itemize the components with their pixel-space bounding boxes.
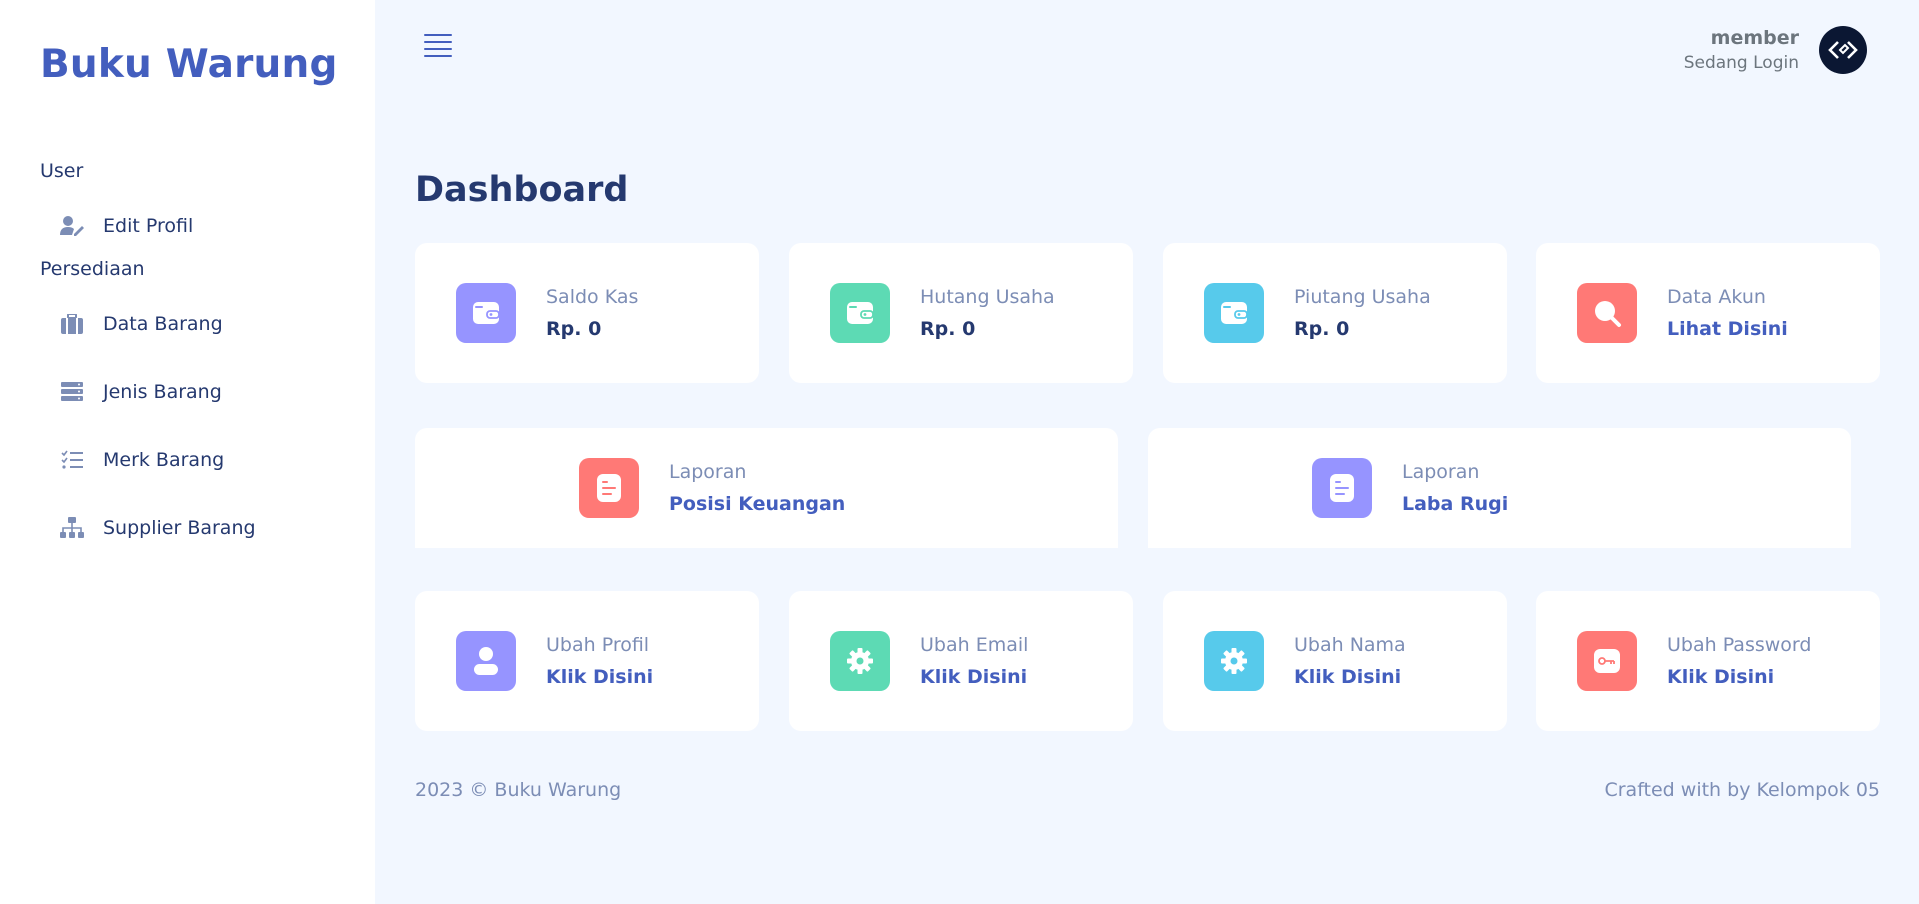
user-edit-icon (58, 212, 86, 240)
setting-label: Ubah Email (920, 634, 1029, 656)
sidebar: Buku Warung User Edit Profil Persediaan … (0, 0, 375, 904)
sidebar-item-merk-barang[interactable]: Merk Barang (58, 443, 224, 477)
report-card-posisi-keuangan: Laporan Posisi Keuangan (415, 428, 1118, 548)
footer-copyright: 2023 © Buku Warung (415, 779, 622, 801)
sidebar-item-label: Edit Profil (103, 215, 194, 237)
sidebar-item-label: Jenis Barang (103, 381, 222, 403)
avatar[interactable] (1819, 26, 1867, 74)
document-icon (1312, 458, 1372, 518)
user-name: member (1710, 27, 1799, 49)
wallet-icon (1204, 283, 1264, 343)
lihat-disini-link[interactable]: Lihat Disini (1667, 318, 1788, 340)
gear-icon (830, 631, 890, 691)
ubah-profil-link[interactable]: Klik Disini (546, 666, 653, 688)
brand-logo[interactable]: Buku Warung (40, 42, 338, 87)
posisi-keuangan-link[interactable]: Posisi Keuangan (669, 493, 845, 515)
user-status: Sedang Login (1683, 53, 1799, 73)
stat-value: Rp. 0 (546, 318, 602, 340)
report-label: Laporan (669, 461, 747, 483)
wallet-icon (456, 283, 516, 343)
menu-section-persediaan: Persediaan (40, 258, 145, 280)
stat-card-saldo-kas: Saldo Kas Rp. 0 (415, 243, 759, 383)
report-card-laba-rugi: Laporan Laba Rugi (1148, 428, 1851, 548)
sidebar-item-edit-profil[interactable]: Edit Profil (58, 209, 193, 243)
setting-card-ubah-email: Ubah Email Klik Disini (789, 591, 1133, 731)
sidebar-item-label: Data Barang (103, 313, 223, 335)
stat-label: Saldo Kas (546, 286, 639, 308)
stat-label: Data Akun (1667, 286, 1766, 308)
user-menu[interactable]: member Sedang Login (1684, 26, 1867, 74)
sidebar-item-label: Merk Barang (103, 449, 225, 471)
stat-card-hutang-usaha: Hutang Usaha Rp. 0 (789, 243, 1133, 383)
setting-label: Ubah Password (1667, 634, 1812, 656)
sitemap-icon (58, 514, 86, 542)
setting-card-ubah-nama: Ubah Nama Klik Disini (1163, 591, 1507, 731)
document-icon (579, 458, 639, 518)
stat-card-data-akun: Data Akun Lihat Disini (1536, 243, 1880, 383)
setting-card-ubah-password: Ubah Password Klik Disini (1536, 591, 1880, 731)
sidebar-item-jenis-barang[interactable]: Jenis Barang (58, 375, 222, 409)
ubah-nama-link[interactable]: Klik Disini (1294, 666, 1406, 688)
gear-icon (1204, 631, 1264, 691)
sidebar-item-data-barang[interactable]: Data Barang (58, 307, 223, 341)
wallet-icon (830, 283, 890, 343)
setting-card-ubah-profil: Ubah Profil Klik Disini (415, 591, 759, 731)
laba-rugi-link[interactable]: Laba Rugi (1402, 493, 1508, 515)
list-check-icon (58, 446, 86, 474)
stat-value: Rp. 0 (920, 318, 976, 340)
sidebar-item-supplier-barang[interactable]: Supplier Barang (58, 511, 256, 545)
server-icon (58, 378, 86, 406)
ubah-email-link[interactable]: Klik Disini (920, 666, 1028, 688)
code-logo-icon (1828, 41, 1858, 59)
key-icon (1577, 631, 1637, 691)
stat-label: Hutang Usaha (920, 286, 1055, 308)
setting-label: Ubah Nama (1294, 634, 1406, 656)
setting-label: Ubah Profil (546, 634, 650, 656)
menu-section-user: User (40, 160, 84, 182)
hamburger-menu-button[interactable] (424, 34, 452, 58)
sidebar-item-label: Supplier Barang (103, 517, 256, 539)
stat-label: Piutang Usaha (1294, 286, 1431, 308)
report-label: Laporan (1402, 461, 1480, 483)
search-icon (1577, 283, 1637, 343)
stat-value: Rp. 0 (1294, 318, 1350, 340)
ubah-password-link[interactable]: Klik Disini (1667, 666, 1811, 688)
briefcase-icon (58, 310, 86, 338)
page-title: Dashboard (415, 170, 629, 210)
stat-card-piutang-usaha: Piutang Usaha Rp. 0 (1163, 243, 1507, 383)
user-icon (456, 631, 516, 691)
footer-credit: Crafted with by Kelompok 05 (1604, 779, 1880, 801)
